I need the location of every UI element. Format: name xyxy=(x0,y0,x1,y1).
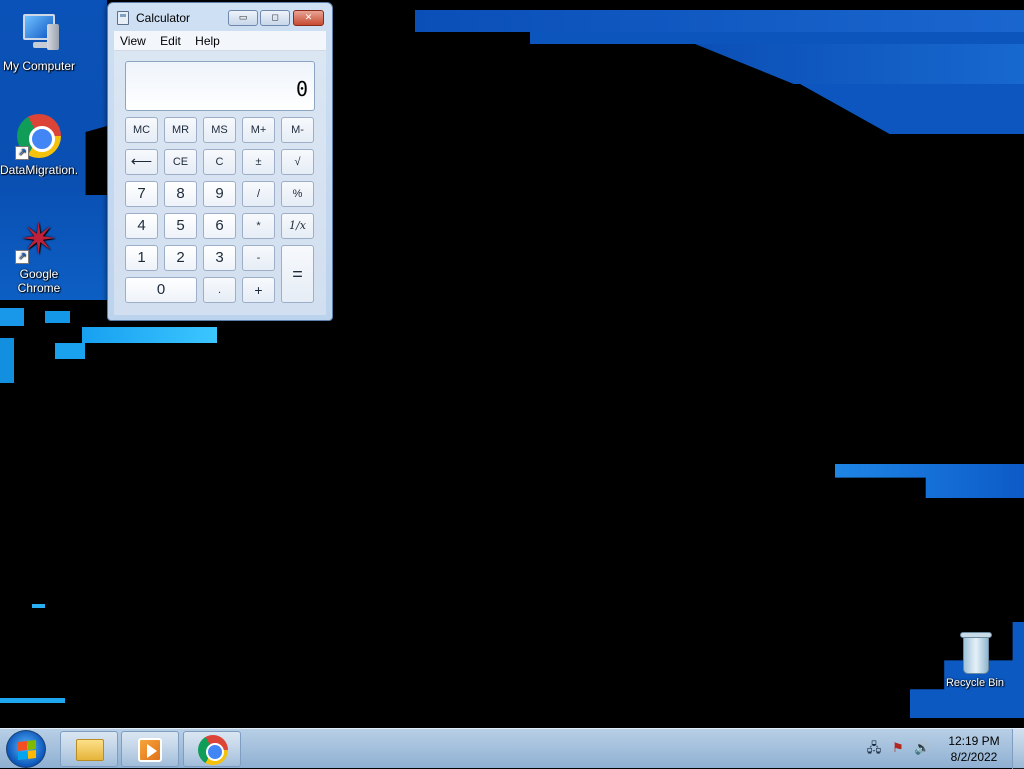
decimal-button[interactable]: . xyxy=(203,277,236,303)
divide-button[interactable]: / xyxy=(242,181,275,207)
menu-help[interactable]: Help xyxy=(189,31,225,48)
calculator-icon xyxy=(117,11,129,25)
percent-button[interactable]: % xyxy=(281,181,314,207)
desktop-icon-google-chrome[interactable]: ✴ ↗ Google Chrome xyxy=(0,216,78,295)
mr-button[interactable]: MR xyxy=(164,117,197,143)
chrome-shortcut-icon: ↗ xyxy=(15,112,63,160)
clock-time: 12:19 PM xyxy=(948,734,1000,748)
plus-minus-button[interactable]: ± xyxy=(242,149,275,175)
window-title: Calculator xyxy=(136,11,191,25)
display-value: 0 xyxy=(295,77,308,101)
network-icon[interactable]: 🖧 xyxy=(866,741,882,757)
mc-button[interactable]: MC xyxy=(125,117,158,143)
digit-1-button[interactable]: 1 xyxy=(125,245,158,271)
chrome-icon xyxy=(198,735,228,765)
calculator-window[interactable]: Calculator ▭ ◻ ✕ View Edit Help 0 MC MR … xyxy=(107,2,333,321)
star-shortcut-icon: ✴ ↗ xyxy=(15,216,63,264)
title-bar[interactable]: Calculator ▭ ◻ ✕ xyxy=(108,3,332,31)
folder-icon xyxy=(76,739,104,761)
desktop: My Computer ↗ DataMigration... ✴ ↗ Googl… xyxy=(0,0,1024,728)
digit-5-button[interactable]: 5 xyxy=(164,213,197,239)
wallpaper-fragment xyxy=(800,84,1024,134)
taskbar-chrome-button[interactable] xyxy=(183,731,241,767)
wallpaper-fragment xyxy=(835,464,1024,498)
desktop-icon-label: My Computer xyxy=(2,59,76,73)
wallpaper-fragment xyxy=(695,44,1024,84)
backspace-button[interactable]: ⟵ xyxy=(125,149,158,175)
clock-date: 8/2/2022 xyxy=(950,750,998,764)
windows-logo-icon xyxy=(18,740,36,760)
multiply-button[interactable]: * xyxy=(242,213,275,239)
digit-7-button[interactable]: 7 xyxy=(125,181,158,207)
digit-4-button[interactable]: 4 xyxy=(125,213,158,239)
desktop-icon-label: DataMigration... xyxy=(0,163,78,177)
menu-bar: View Edit Help xyxy=(114,31,326,51)
m-plus-button[interactable]: M+ xyxy=(242,117,275,143)
media-player-icon xyxy=(138,738,162,762)
digit-8-button[interactable]: 8 xyxy=(164,181,197,207)
desktop-icon-my-computer[interactable]: My Computer xyxy=(0,8,78,73)
digit-9-button[interactable]: 9 xyxy=(203,181,236,207)
desktop-icon-recycle-bin[interactable]: Recycle Bin xyxy=(936,630,1014,689)
wallpaper-fragment xyxy=(82,327,217,343)
digit-6-button[interactable]: 6 xyxy=(203,213,236,239)
clear-button[interactable]: C xyxy=(203,149,236,175)
desktop-icon-chrome-shortcut[interactable]: ↗ DataMigration... xyxy=(0,112,78,177)
digit-0-button[interactable]: 0 xyxy=(125,277,197,303)
menu-view[interactable]: View xyxy=(114,31,151,48)
wallpaper-fragment xyxy=(0,698,65,703)
ms-button[interactable]: MS xyxy=(203,117,236,143)
wallpaper-fragment xyxy=(45,311,70,323)
calculator-body: 0 MC MR MS M+ M- ⟵ CE C ± √ 7 8 9 / % 4 … xyxy=(114,51,326,315)
subtract-button[interactable]: - xyxy=(242,245,275,271)
menu-edit[interactable]: Edit xyxy=(154,31,186,48)
reciprocal-button[interactable]: 1/x xyxy=(281,213,314,239)
ce-button[interactable]: CE xyxy=(164,149,197,175)
desktop-icon-label: Google Chrome xyxy=(17,267,61,295)
m-minus-button[interactable]: M- xyxy=(281,117,314,143)
recycle-bin-icon xyxy=(951,630,999,678)
taskbar: 🖧 ⚑ 🔊 12:19 PM 8/2/2022 xyxy=(0,728,1024,769)
desktop-icon-label: Recycle Bin xyxy=(945,677,1005,689)
wallpaper-fragment xyxy=(0,308,24,326)
sqrt-button[interactable]: √ xyxy=(281,149,314,175)
digit-2-button[interactable]: 2 xyxy=(164,245,197,271)
show-desktop-button[interactable] xyxy=(1012,729,1024,769)
minimize-button[interactable]: ▭ xyxy=(228,10,258,26)
close-button[interactable]: ✕ xyxy=(293,10,324,26)
clock[interactable]: 12:19 PM 8/2/2022 xyxy=(942,733,1006,765)
wallpaper-fragment xyxy=(530,32,1024,44)
wallpaper-fragment xyxy=(0,338,14,383)
volume-icon[interactable]: 🔊 xyxy=(914,741,930,757)
maximize-button[interactable]: ◻ xyxy=(260,10,290,26)
taskbar-explorer-button[interactable] xyxy=(60,731,118,767)
calculator-display: 0 xyxy=(125,61,315,111)
wallpaper-fragment xyxy=(32,604,45,608)
computer-icon xyxy=(15,8,63,56)
start-button[interactable] xyxy=(6,730,46,768)
equals-button[interactable]: = xyxy=(281,245,314,303)
add-button[interactable]: + xyxy=(242,277,275,303)
taskbar-media-player-button[interactable] xyxy=(121,731,179,767)
wallpaper-fragment xyxy=(415,10,1024,32)
digit-3-button[interactable]: 3 xyxy=(203,245,236,271)
action-center-icon[interactable]: ⚑ xyxy=(890,741,906,757)
wallpaper-fragment xyxy=(55,343,85,359)
